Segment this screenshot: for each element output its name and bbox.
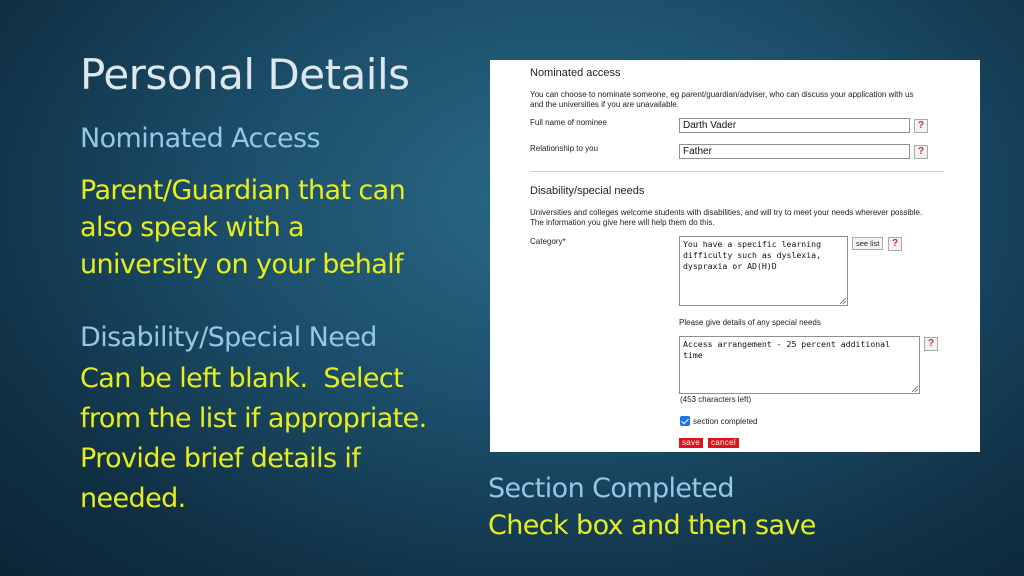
disability-heading: Disability/Special Need [80, 322, 377, 353]
section-completed-text: Check box and then save [488, 510, 816, 541]
intro-line: and the universities if you are unavaila… [530, 100, 679, 109]
disability-text-line: needed. [80, 483, 186, 514]
section-completed-heading: Section Completed [488, 473, 735, 504]
slide-notes: Nominated Access Parent/Guardian that ca… [80, 122, 480, 519]
relationship-input[interactable]: Father [679, 144, 910, 159]
category-textarea[interactable]: You have a specific learning difficulty … [679, 236, 848, 306]
relationship-label: Relationship to you [530, 144, 599, 153]
disability-text-line: Provide brief details if [80, 443, 361, 474]
nominee-help-icon[interactable]: ? [914, 119, 928, 133]
disability-intro: Universities and colleges welcome studen… [530, 208, 975, 228]
details-help-icon[interactable]: ? [924, 337, 938, 351]
resize-handle-icon[interactable] [912, 386, 918, 392]
form-screenshot: Nominated access You can choose to nomin… [490, 60, 980, 452]
relationship-help-icon[interactable]: ? [914, 145, 928, 159]
disability-description: Can be left blank. Select from the list … [80, 359, 480, 519]
cancel-button[interactable]: cancel [708, 438, 739, 448]
nominated-access-heading: Nominated Access [80, 123, 321, 154]
section-completed-note: Section Completed Check box and then sav… [488, 472, 816, 546]
nominee-name-input[interactable]: Darth Vader [679, 118, 910, 133]
disability-text-line: Can be left blank. Select [80, 363, 404, 394]
nominated-access-description: Parent/Guardian that can also speak with… [80, 172, 480, 283]
resize-handle-icon[interactable] [840, 298, 846, 304]
category-help-icon[interactable]: ? [888, 237, 902, 251]
save-button[interactable]: save [679, 438, 704, 448]
nominee-name-label: Full name of nominee [530, 118, 607, 127]
category-line: difficulty such as dyslexia, [683, 250, 822, 260]
disability-section-heading: Disability/special needs [530, 185, 645, 197]
details-line: time [683, 350, 703, 360]
see-list-button[interactable]: see list [852, 237, 884, 250]
nominated-text-line: Parent/Guardian that can [80, 175, 406, 206]
nominated-text-line: also speak with a [80, 212, 305, 243]
section-completed-label: section completed [693, 417, 758, 426]
category-label: Category* [530, 237, 566, 246]
section-completed-checkbox[interactable] [680, 416, 690, 426]
intro-line: Universities and colleges welcome studen… [530, 208, 923, 217]
nominated-access-section-heading: Nominated access [530, 67, 621, 79]
disability-text-line: from the list if appropriate. [80, 403, 427, 434]
intro-line: You can choose to nominate someone, eg p… [530, 90, 914, 99]
intro-line: The information you give here will help … [530, 218, 715, 227]
details-line: Access arrangement - 25 percent addition… [683, 339, 891, 349]
details-label: Please give details of any special needs [679, 318, 821, 327]
category-line: You have a specific learning [683, 239, 822, 249]
category-line: dyspraxia or AD(H)D [683, 261, 777, 271]
characters-left-counter: (453 characters left) [680, 395, 752, 404]
nominated-text-line: university on your behalf [80, 249, 404, 280]
special-needs-textarea[interactable]: Access arrangement - 25 percent addition… [679, 336, 920, 394]
section-divider [530, 171, 944, 172]
nominated-access-intro: You can choose to nominate someone, eg p… [530, 90, 970, 110]
slide-title: Personal Details [80, 50, 410, 99]
